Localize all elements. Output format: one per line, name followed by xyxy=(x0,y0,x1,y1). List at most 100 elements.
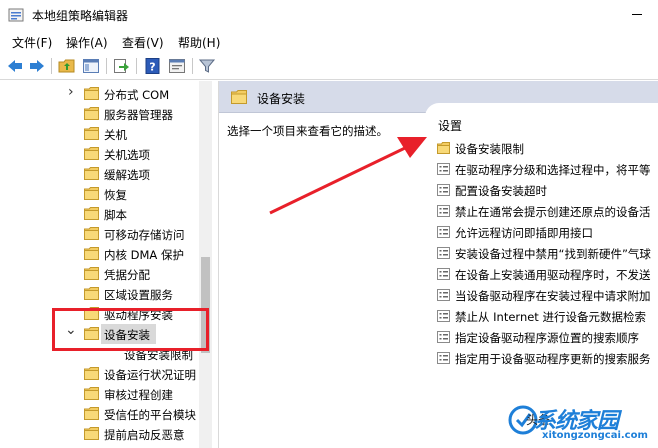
settings-policy-item[interactable]: 指定用于设备驱动程序更新的搜索服务 xyxy=(437,348,658,368)
up-folder-icon[interactable] xyxy=(58,57,76,75)
folder-icon xyxy=(84,167,99,180)
settings-policy-item[interactable]: 禁止从 Internet 进行设备元数据检索 xyxy=(437,306,658,326)
tree-item-label: 关机 xyxy=(104,128,127,142)
title-bar: 本地组策略编辑器 xyxy=(0,0,658,30)
menu-view[interactable]: 查看(V) xyxy=(122,34,164,51)
toolbar: ? xyxy=(0,52,658,80)
tree-item-label: 服务器管理器 xyxy=(104,108,173,122)
settings-item-label: 设备安装限制 xyxy=(455,142,524,156)
tree-item[interactable]: 服务器管理器 xyxy=(0,104,199,124)
export-icon[interactable] xyxy=(112,57,130,75)
policy-setting-icon xyxy=(437,226,450,238)
tree-item[interactable]: 脚本 xyxy=(0,204,199,224)
tree-item-label: 受信任的平台模块 xyxy=(104,408,196,422)
folder-icon xyxy=(84,287,99,300)
policy-setting-icon xyxy=(437,268,450,280)
tree-item-label: 内核 DMA 保护 xyxy=(104,248,184,262)
settings-item-label: 指定设备驱动程序源位置的搜索顺序 xyxy=(455,331,639,345)
settings-policy-item[interactable]: 允许远程访问即插即用接口 xyxy=(437,222,658,242)
folder-icon xyxy=(84,147,99,160)
help-icon[interactable]: ? xyxy=(144,57,162,75)
tree-item[interactable]: 缓解选项 xyxy=(0,164,199,184)
chevron-right-icon[interactable]: › xyxy=(68,84,74,100)
settings-folder-item[interactable]: 设备安装限制 xyxy=(437,138,658,158)
tree-item[interactable]: 区域设置服务 xyxy=(0,284,199,304)
folder-icon xyxy=(231,90,247,104)
folder-icon xyxy=(84,267,99,280)
tree-item-label: 凭据分配 xyxy=(104,268,150,282)
back-icon[interactable] xyxy=(6,57,24,75)
settings-policy-item[interactable]: 禁止在通常会提示创建还原点的设备活 xyxy=(437,201,658,221)
tree-item[interactable]: 内核 DMA 保护 xyxy=(0,244,199,264)
settings-column-header[interactable]: 设置 xyxy=(438,117,462,134)
forward-icon[interactable] xyxy=(28,57,46,75)
menu-bar: 文件(F) 操作(A) 查看(V) 帮助(H) xyxy=(0,30,658,52)
policy-setting-icon xyxy=(437,163,450,175)
toolbar-separator xyxy=(106,58,107,74)
toolbar-separator xyxy=(192,58,193,74)
tree-item[interactable]: 可移动存储访问 xyxy=(0,224,199,244)
settings-policy-item[interactable]: 配置设备安装超时 xyxy=(437,180,658,200)
filter-icon[interactable] xyxy=(198,57,216,75)
settings-policy-item[interactable]: 安装设备过程中禁用“找到新硬件”气球 xyxy=(437,243,658,263)
navigation-tree: › 分布式 COM 服务器管理器 关机关机选项缓解选项恢复脚本可移动存储访问 内核 DM… xyxy=(0,81,212,448)
menu-file[interactable]: 文件(F) xyxy=(12,34,52,51)
tree-item-label: 可移动存储访问 xyxy=(104,228,185,242)
window-title: 本地组策略编辑器 xyxy=(32,9,129,23)
tree-item[interactable]: 审核过程创建 xyxy=(0,384,199,404)
policy-setting-icon xyxy=(437,289,450,301)
policy-setting-icon xyxy=(437,247,450,259)
tree-item-label: 设备运行状况证明 xyxy=(104,368,196,382)
tree-item-label: 脚本 xyxy=(104,208,127,222)
folder-icon xyxy=(84,207,99,220)
folder-icon xyxy=(84,387,99,400)
settings-list: 设置 设备安装限制在驱动程序分级和选择过程中，将平等配置设备安装超时禁止在通常会… xyxy=(425,103,658,448)
tree-item[interactable]: 提前启动反恶意 xyxy=(0,424,199,444)
tree-item-label: 缓解选项 xyxy=(104,168,150,182)
folder-icon xyxy=(84,187,99,200)
tree-item[interactable]: 设备运行状况证明 xyxy=(0,364,199,384)
settings-item-label: 指定用于设备驱动程序更新的搜索服务 xyxy=(455,352,651,366)
highlight-box xyxy=(52,308,209,351)
folder-icon xyxy=(84,127,99,140)
tree-scrollbar[interactable] xyxy=(199,81,212,448)
watermark: 头条 系统家园 xitongzongcai.com xyxy=(504,403,654,445)
menu-action[interactable]: 操作(A) xyxy=(66,34,108,51)
tree-item-label: 关机选项 xyxy=(104,148,150,162)
settings-policy-item[interactable]: 在设备上安装通用驱动程序时，不发送 xyxy=(437,264,658,284)
tree-item[interactable]: 受信任的平台模块 xyxy=(0,404,199,424)
policy-editor-icon xyxy=(8,8,24,22)
tree-item[interactable]: 凭据分配 xyxy=(0,264,199,284)
svg-text:?: ? xyxy=(149,61,155,74)
toolbar-separator xyxy=(51,58,52,74)
policy-setting-icon xyxy=(437,352,450,364)
minimize-button[interactable] xyxy=(632,14,642,15)
tree-item-label: 提前启动反恶意 xyxy=(104,428,185,442)
tree-item[interactable]: 关机选项 xyxy=(0,144,199,164)
settings-item-label: 当设备驱动程序在安装过程中请求附加 xyxy=(455,289,651,303)
properties-icon[interactable] xyxy=(168,57,186,75)
settings-item-label: 安装设备过程中禁用“找到新硬件”气球 xyxy=(455,247,651,261)
tree-item[interactable]: 恢复 xyxy=(0,184,199,204)
settings-policy-item[interactable]: 当设备驱动程序在安装过程中请求附加 xyxy=(437,285,658,305)
settings-item-label: 禁止从 Internet 进行设备元数据检索 xyxy=(455,310,646,324)
tree-item[interactable]: › 分布式 COM xyxy=(0,84,199,104)
details-title: 设备安装 xyxy=(257,92,306,106)
folder-icon xyxy=(84,227,99,240)
settings-item-label: 配置设备安装超时 xyxy=(455,184,547,198)
folder-icon xyxy=(84,367,99,380)
settings-policy-item[interactable]: 在驱动程序分级和选择过程中，将平等 xyxy=(437,159,658,179)
folder-icon xyxy=(84,427,99,440)
show-tree-icon[interactable] xyxy=(82,57,100,75)
menu-help[interactable]: 帮助(H) xyxy=(178,34,220,51)
folder-icon xyxy=(437,142,450,154)
policy-setting-icon xyxy=(437,310,450,322)
policy-setting-icon xyxy=(437,184,450,196)
policy-setting-icon xyxy=(437,331,450,343)
toolbar-separator xyxy=(136,58,137,74)
tree-item[interactable]: 关机 xyxy=(0,124,199,144)
tree-item-label: 分布式 COM xyxy=(104,88,170,102)
settings-item-label: 允许远程访问即插即用接口 xyxy=(455,226,593,240)
settings-policy-item[interactable]: 指定设备驱动程序源位置的搜索顺序 xyxy=(437,327,658,347)
watermark-url: xitongzongcai.com xyxy=(542,430,648,441)
